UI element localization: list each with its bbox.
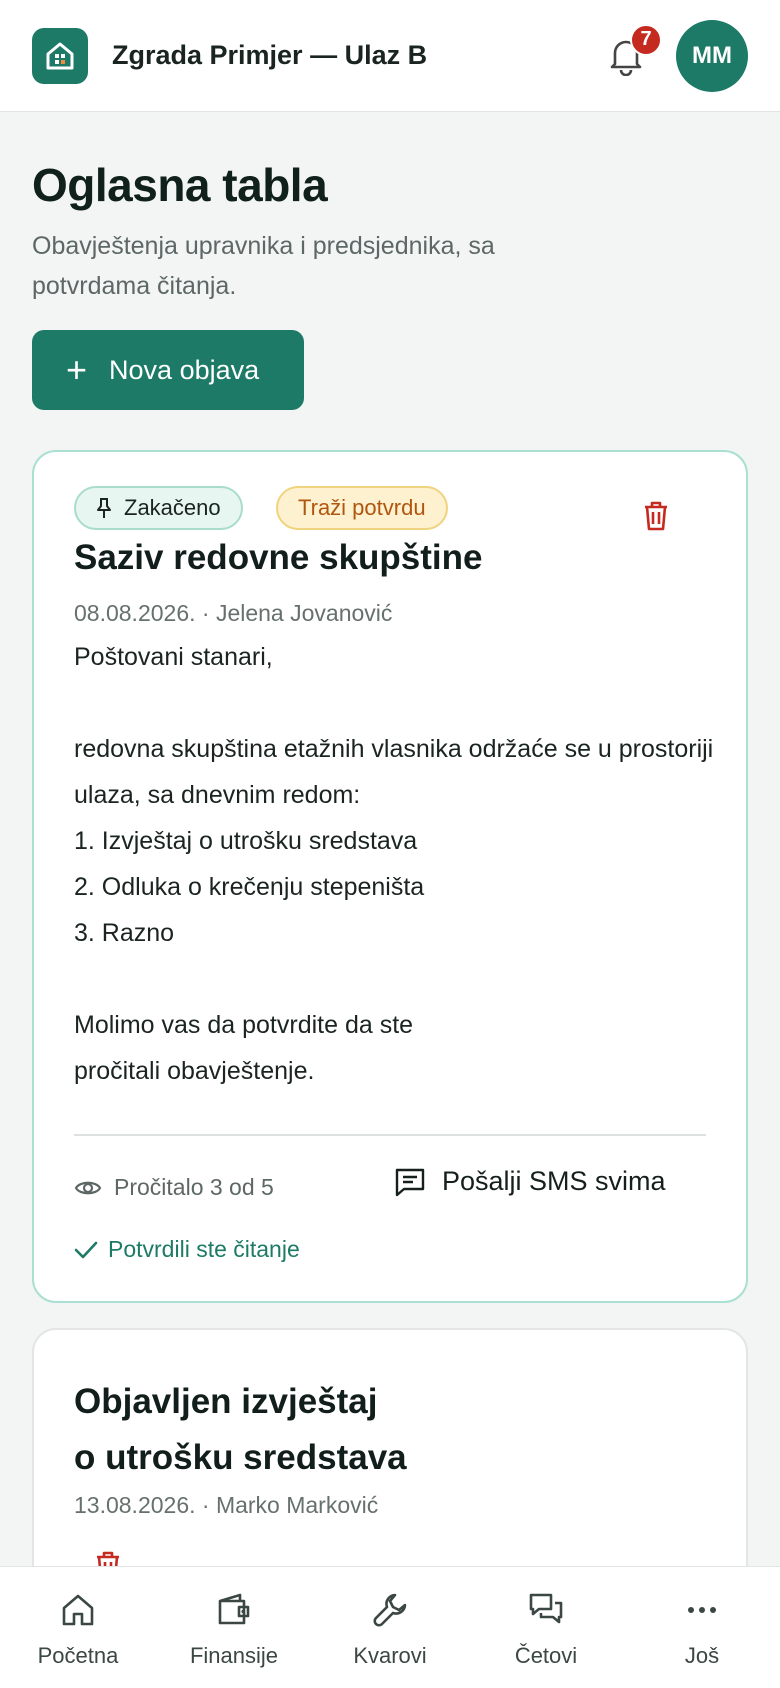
page-title: Oglasna tabla	[32, 159, 328, 211]
building-logo-icon[interactable]	[32, 27, 88, 84]
nav-item-finance[interactable]: Finansije	[156, 1567, 312, 1669]
page-subtitle: Obavještenja upravnika i predsjednika, s…	[32, 232, 495, 300]
check-icon	[74, 1241, 98, 1258]
new-post-label: Nova objava	[109, 354, 260, 385]
ack-required-label: Traži potvrdu	[298, 495, 426, 520]
home-icon	[62, 1594, 94, 1626]
post-title-line-1: Objavljen izvještaj	[74, 1382, 378, 1421]
nav-item-more-label: Još	[684, 1643, 720, 1668]
top-bar: Zgrada Primjer — Ulaz B 7 MM	[0, 0, 780, 112]
nav-item-chats-label: Četovi	[514, 1643, 578, 1668]
post-meta: 08.08.2026. · Jelena Jovanović	[74, 600, 393, 626]
message-icon	[395, 1168, 425, 1196]
nav-item-chats[interactable]: Četovi	[468, 1567, 624, 1669]
post-title: Saziv redovne skupštine	[74, 538, 483, 577]
read-confirmed-status: Potvrdili ste čitanje	[74, 1236, 300, 1263]
ack-required-chip: Traži potvrdu	[276, 486, 448, 530]
wrench-icon	[373, 1593, 407, 1627]
divider	[74, 1134, 706, 1136]
pin-icon	[97, 498, 111, 518]
more-icon	[688, 1607, 716, 1613]
nav-item-home-label: Početna	[37, 1643, 119, 1668]
bottom-navigation: Početna Finansije Kvarovi Četovi Još	[0, 1566, 780, 1688]
post-body: Poštovani stanari, redovna skupština eta…	[74, 643, 714, 1085]
post-meta: 13.08.2026. · Marko Marković	[74, 1492, 379, 1518]
chat-icon	[529, 1593, 563, 1624]
read-confirmed-label: Potvrdili ste čitanje	[108, 1236, 300, 1262]
post-title-line-2: o utrošku sredstava	[74, 1438, 407, 1477]
nav-item-finance-label: Finansije	[189, 1643, 279, 1668]
nav-item-repairs-label: Kvarovi	[353, 1643, 427, 1668]
send-sms-label: Pošalji SMS svima	[442, 1166, 666, 1196]
plus-icon: +	[66, 349, 88, 390]
avatar[interactable]: MM	[676, 19, 748, 92]
pinned-chip: Zakačeno	[74, 486, 243, 530]
read-count[interactable]: Pročitalo 3 od 5	[74, 1174, 274, 1201]
post-card: Zakačeno Traži potvrdu Saziv redovne sku…	[32, 450, 748, 1303]
notifications-button[interactable]: 7	[596, 23, 662, 86]
nav-item-more[interactable]: Još	[624, 1567, 780, 1669]
wallet-icon	[218, 1593, 250, 1625]
app-title: Zgrada Primjer — Ulaz B	[112, 40, 428, 70]
pinned-label: Zakačeno	[124, 495, 221, 520]
notification-count-badge: 7	[630, 23, 662, 56]
delete-trash-icon[interactable]	[638, 498, 674, 534]
nav-item-repairs[interactable]: Kvarovi	[312, 1567, 468, 1669]
nav-item-home[interactable]: Početna	[0, 1567, 156, 1669]
send-sms-button[interactable]: Pošalji SMS svima	[394, 1166, 666, 1197]
new-post-button[interactable]: + Nova objava	[32, 330, 304, 410]
read-count-label: Pročitalo 3 od 5	[114, 1174, 274, 1200]
eye-icon	[74, 1181, 102, 1194]
